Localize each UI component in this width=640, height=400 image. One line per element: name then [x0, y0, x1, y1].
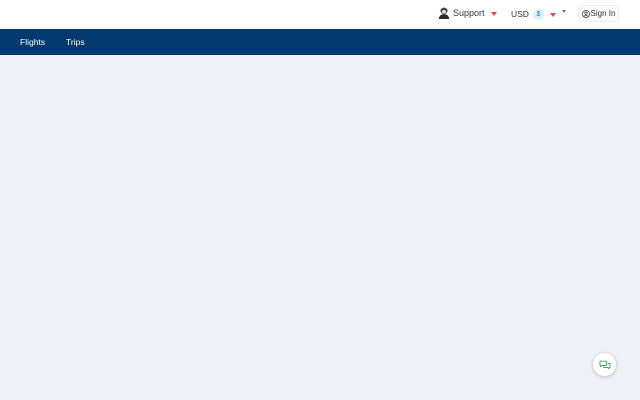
- support-menu[interactable]: Support: [438, 5, 497, 21]
- currency-selector[interactable]: USD $: [511, 7, 556, 21]
- currency-code: USD: [511, 9, 529, 19]
- main-content: [0, 55, 640, 400]
- chevron-down-icon: [549, 12, 556, 17]
- support-agent-icon: [438, 7, 450, 19]
- sign-in-button[interactable]: Sign In: [578, 5, 619, 22]
- currency-symbol-badge: $: [532, 8, 544, 20]
- sign-in-label: Sign In: [590, 9, 616, 18]
- chevron-down-icon: [490, 11, 497, 16]
- top-header: Support USD $ Sign In: [0, 0, 640, 29]
- nav-item-flights[interactable]: Flights: [20, 29, 45, 55]
- chat-bubbles-icon: [599, 360, 610, 369]
- support-label: Support: [453, 8, 485, 18]
- nav-item-trips[interactable]: Trips: [66, 29, 85, 55]
- main-nav: Flights Trips: [0, 29, 640, 55]
- chat-button[interactable]: [593, 353, 616, 376]
- language-chevron-down-icon[interactable]: [562, 10, 566, 13]
- user-icon: [581, 9, 590, 18]
